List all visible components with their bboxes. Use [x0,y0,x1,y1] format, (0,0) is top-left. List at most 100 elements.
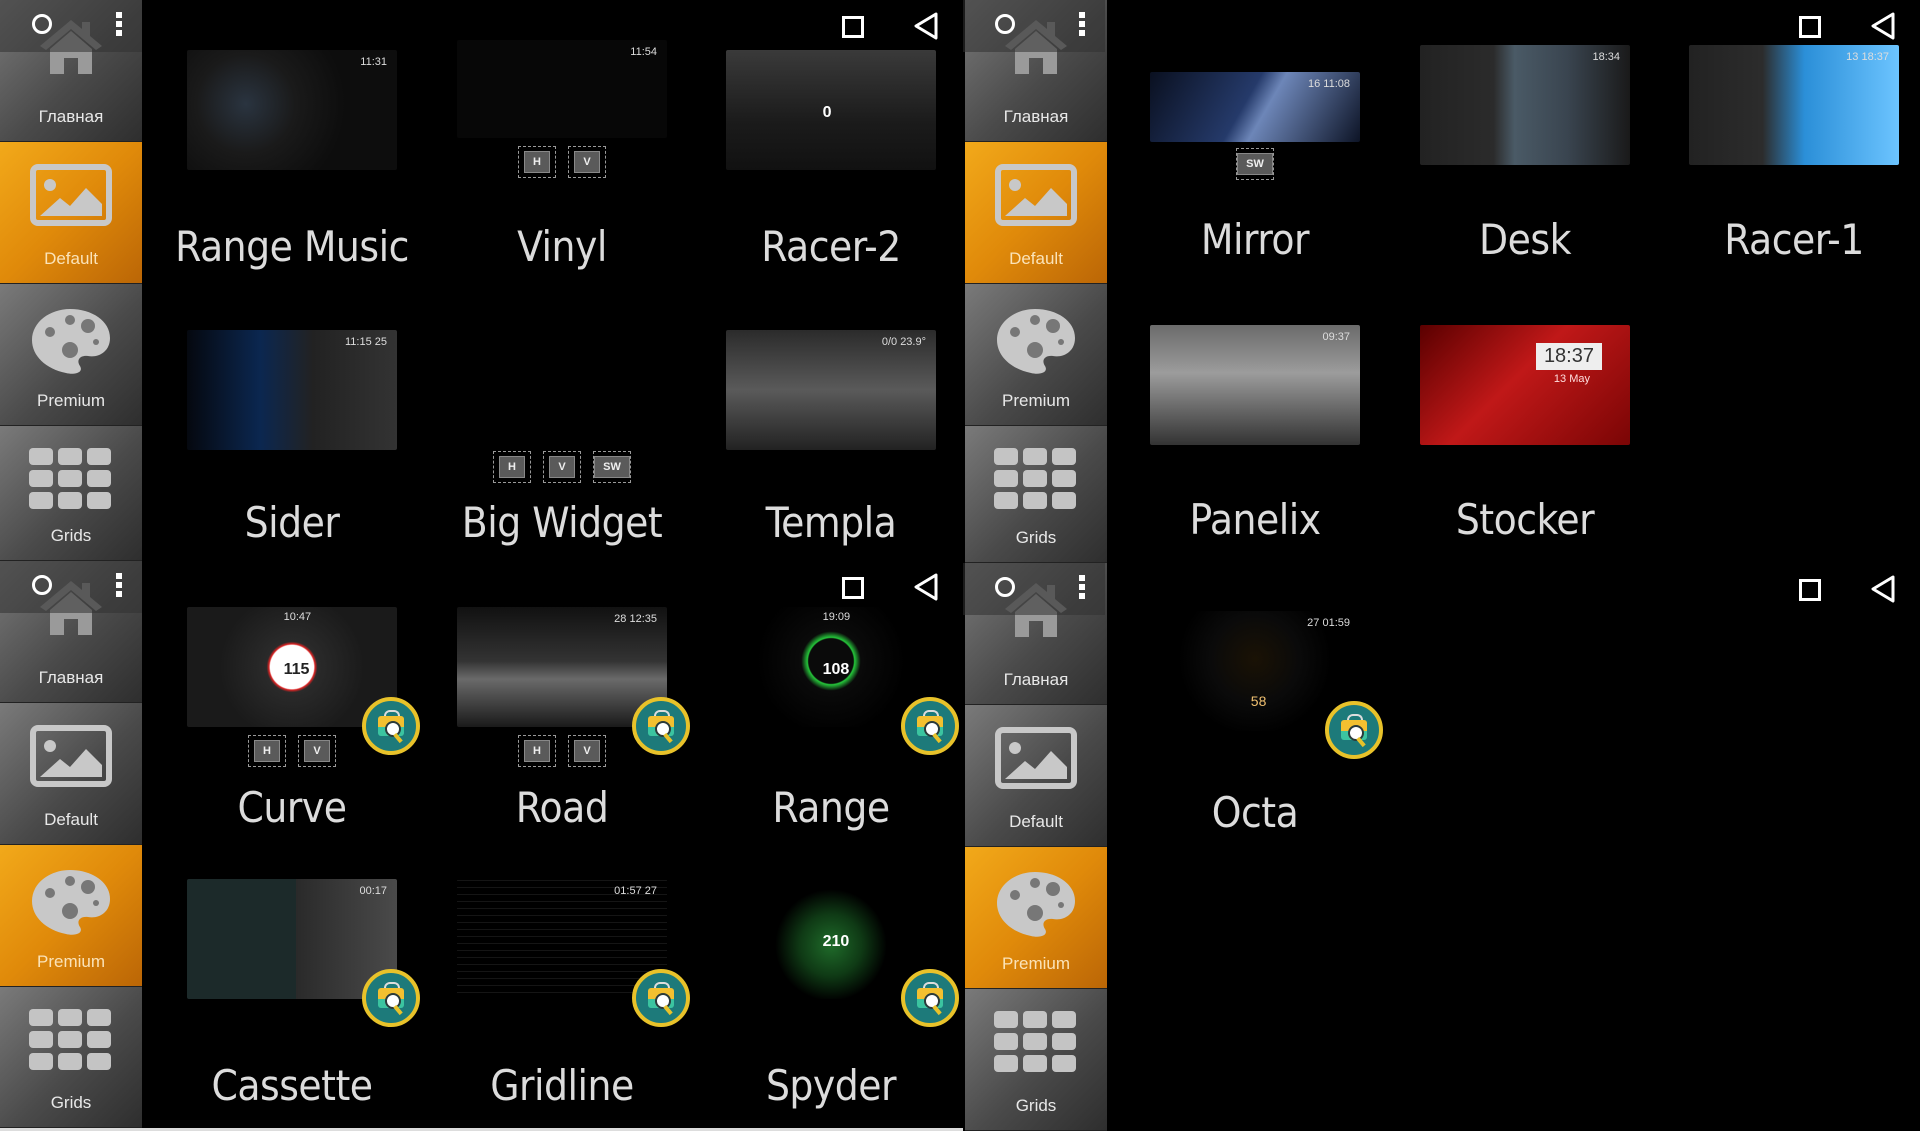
shop-badge-icon[interactable] [1325,701,1383,759]
theme-preview-spyder[interactable]: 210 [726,879,936,999]
theme-tile-stocker[interactable]: 18:37 13 May Stocker [1390,277,1660,547]
theme-preview-racer-2[interactable]: 0 [726,50,936,170]
theme-preview-road[interactable]: 28 12:35 [457,607,667,727]
system-bar [963,0,1105,52]
theme-tile-gridline[interactable]: 01:57 27 Gridline [427,838,697,1110]
sidebar-nav: Главная Default Premium Grids [0,0,142,561]
theme-preview-racer-1[interactable]: 13 18:37 [1689,45,1899,165]
sidebar-item-premium[interactable]: Premium [965,847,1107,989]
theme-preview-vinyl[interactable]: 11:54 [457,40,667,138]
sidebar-item-premium[interactable]: Premium [0,845,142,987]
overflow-menu-icon[interactable] [1079,575,1085,602]
orientation-sw-option[interactable]: SW [1236,148,1274,180]
orientation-v-option[interactable]: V [298,735,336,767]
theme-preview-gridline[interactable]: 01:57 27 [457,879,667,999]
orientation-label: H [524,151,550,173]
sidebar-item-premium[interactable]: Premium [965,284,1107,426]
theme-preview-stocker[interactable]: 18:37 13 May [1420,325,1630,445]
orientation-h-option[interactable]: H [518,735,556,767]
overflow-menu-icon[interactable] [116,12,122,39]
sidebar-item-default[interactable]: Default [0,703,142,845]
theme-tile-vinyl[interactable]: 11:54 H V Vinyl [427,0,697,271]
home-circle-button[interactable] [32,14,52,34]
theme-preview-panelix[interactable]: 09:37 [1150,325,1360,445]
orientation-h-option[interactable]: H [493,451,531,483]
theme-tile-range-music[interactable]: 11:31 Range Music [157,0,427,271]
theme-tile-desk[interactable]: 18:34 Desk [1390,0,1660,270]
theme-title: Desk [1479,215,1571,264]
theme-tile-panelix[interactable]: 09:37 Panelix [1120,277,1390,547]
home-circle-button[interactable] [995,577,1015,597]
theme-title: Cassette [211,1061,373,1110]
sidebar-item-default[interactable]: Default [0,142,142,284]
theme-preview-range-music[interactable]: 11:31 [187,50,397,170]
theme-tile-sider[interactable]: 11:15 25 Sider [157,277,427,547]
theme-tile-road[interactable]: 28 12:35 H V Road [427,561,697,832]
theme-title: Curve [237,783,347,832]
orientation-sw-option[interactable]: SW [593,451,631,483]
preview-text: 28 12:35 [614,613,657,625]
theme-tile-mirror[interactable]: 16 11:08 SW Mirror [1120,0,1390,270]
home-circle-button[interactable] [32,575,52,595]
sidebar-item-label: Grids [1015,1096,1057,1115]
theme-preview-templa[interactable]: 0/0 23.9° [726,330,936,450]
orientation-label: H [499,456,525,478]
overflow-menu-icon[interactable] [1079,12,1085,39]
shop-badge-icon[interactable] [632,697,690,755]
theme-tile-spyder[interactable]: 210 Spyder [696,838,963,1110]
theme-tile-racer-1[interactable]: 13 18:37 Racer-1 [1659,0,1920,270]
orientation-options: SW [1236,148,1274,180]
theme-tile-cassette[interactable]: 00:17 Cassette [157,838,427,1110]
orientation-v-option[interactable]: V [568,735,606,767]
sidebar-item-grids[interactable]: Grids [0,426,142,561]
shop-badge-icon[interactable] [901,969,959,1027]
grid-icon [994,448,1078,515]
sidebar-item-grids[interactable]: Grids [965,989,1107,1131]
sidebar-item-default[interactable]: Default [965,705,1107,847]
preview-text: 115 [283,661,310,678]
shop-badge-icon[interactable] [632,969,690,1027]
theme-tile-curve[interactable]: 115 10:47 H V Curve [157,561,427,832]
sidebar-item-default[interactable]: Default [965,142,1107,284]
theme-tile-big-widget[interactable]: H V SW Big Widget [427,277,697,547]
orientation-h-option[interactable]: H [248,735,286,767]
sidebar-item-grids[interactable]: Grids [0,987,142,1128]
theme-preview-desk[interactable]: 18:34 [1420,45,1630,165]
theme-title: Gridline [490,1061,634,1110]
shop-badge-icon[interactable] [362,697,420,755]
orientation-label: V [574,740,600,762]
theme-tile-templa[interactable]: 0/0 23.9° Templa [696,277,963,547]
shop-badge-icon[interactable] [901,697,959,755]
preview-text: 00:17 [359,885,387,897]
theme-preview-range[interactable]: 108 19:09 [726,607,936,727]
orientation-v-option[interactable]: V [568,146,606,178]
sidebar-item-label: Premium [1001,954,1070,973]
palette-icon [30,306,112,381]
image-icon [30,725,112,792]
screen-default-page-2: Главная Default Premium Grids 16 11:08 SW Mirr… [963,0,1920,563]
theme-tile-racer-2[interactable]: 0 Racer-2 [696,0,963,271]
theme-preview-sider[interactable]: 11:15 25 [187,330,397,450]
overflow-menu-icon[interactable] [116,573,122,600]
orientation-v-option[interactable]: V [543,451,581,483]
home-circle-button[interactable] [995,14,1015,34]
theme-preview-curve[interactable]: 115 10:47 [187,607,397,727]
theme-title: Spyder [765,1061,897,1110]
theme-tile-range[interactable]: 108 19:09 Range [696,561,963,832]
preview-text: 11:15 25 [344,336,387,348]
sidebar-item-label: Default [1009,249,1063,268]
theme-preview-mirror[interactable]: 16 11:08 [1150,72,1360,142]
preview-text: 13 18:37 [1846,51,1889,63]
system-bar [963,563,1105,615]
theme-preview-octa[interactable]: 27 01:59 58 [1150,611,1360,731]
orientation-h-option[interactable]: H [518,146,556,178]
sidebar-item-grids[interactable]: Grids [965,426,1107,563]
theme-grid: 115 10:47 H V Curve 28 12:35 H V Road 108 19:09 Ran… [142,561,963,1128]
theme-title: Sider [244,498,340,547]
theme-preview-big-widget[interactable] [457,318,667,443]
system-bar [0,561,142,613]
theme-preview-cassette[interactable]: 00:17 [187,879,397,999]
theme-tile-octa[interactable]: 27 01:59 58 Octa [1120,563,1390,837]
shop-badge-icon[interactable] [362,969,420,1027]
sidebar-item-premium[interactable]: Premium [0,284,142,426]
